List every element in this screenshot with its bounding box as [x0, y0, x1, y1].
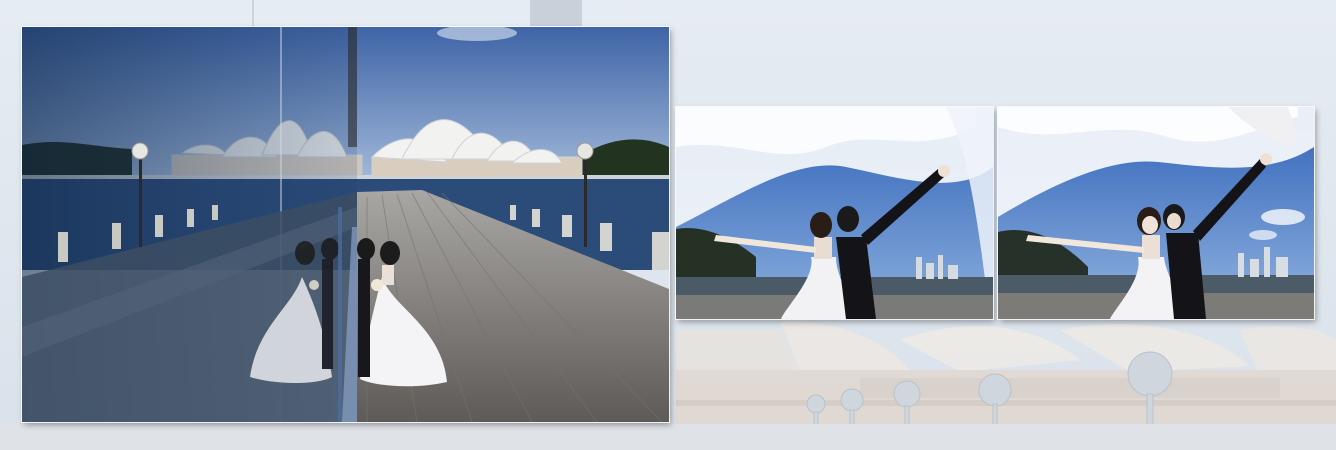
right-photo-illustration [998, 107, 1314, 319]
photo-couple-smile-veil [998, 107, 1314, 319]
main-photo-illustration [22, 27, 669, 422]
photo-main-boardwalk-reflection [22, 27, 669, 422]
left-photo-illustration [676, 107, 993, 319]
photo-couple-kiss-veil [676, 107, 993, 319]
